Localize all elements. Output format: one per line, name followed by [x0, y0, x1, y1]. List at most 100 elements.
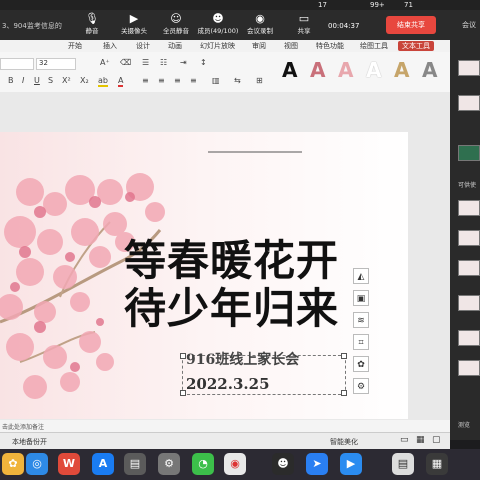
reading-view-icon[interactable]: ▢	[432, 435, 441, 445]
superscript-button[interactable]: X²	[62, 76, 71, 85]
crop-icon[interactable]: ⌗	[353, 334, 369, 350]
safari-app-icon[interactable]: ◎	[26, 453, 48, 475]
tab-start[interactable]: 开始	[68, 41, 82, 51]
folder-icon[interactable]: ▦	[426, 453, 448, 475]
line-spacing-icon[interactable]: ↕	[200, 58, 207, 67]
number-list-icon[interactable]: ☷	[160, 58, 167, 67]
underline-button[interactable]: U	[34, 76, 40, 85]
slide-canvas[interactable]: 等春暖花开 待少年归来 916班线上家长会 2022.3.25	[0, 132, 408, 419]
slide-thumbnail[interactable]	[458, 230, 480, 246]
floating-tools: ◭ ▣ ≋ ⌗ ✿ ⚙	[353, 268, 371, 420]
photos-app-icon[interactable]: ✿	[2, 453, 24, 475]
ribbon-tabs: 开始 插入 设计 动画 幻灯片放映 审阅 视图 特色功能 绘图工具 文本工具	[0, 40, 450, 52]
meeting-app-icon[interactable]: ▶	[340, 453, 362, 475]
justify-icon[interactable]: ≡	[190, 76, 197, 85]
font-size-field[interactable]: 32	[36, 58, 76, 70]
meeting-toolbar: 3、904监考信息的 🎙 静音 ▶ 关摄像头 ☺ 全员静音 ☻ 成员(49/100) ◉…	[0, 10, 450, 40]
tab-design[interactable]: 设计	[136, 41, 150, 51]
status-bar: 本地备份开 智能美化 ▭ ▦ ▢	[0, 432, 450, 450]
slide-thumbnail[interactable]	[458, 60, 480, 76]
dingtalk-app-icon[interactable]: ➤	[306, 453, 328, 475]
align-text-icon[interactable]: ⊞	[256, 76, 263, 85]
text-style-gray[interactable]: A	[422, 58, 437, 82]
backup-status[interactable]: 本地备份开	[12, 437, 47, 447]
layers-icon[interactable]: ≋	[353, 312, 369, 328]
system-preferences-icon[interactable]: ⚙	[158, 453, 180, 475]
tab-text-tools[interactable]: 文本工具	[398, 41, 434, 51]
font-color-button[interactable]: A	[118, 76, 124, 87]
align-center-icon[interactable]: ≡	[158, 76, 165, 85]
slide-title-line2[interactable]: 待少年归来	[124, 275, 339, 336]
resize-handle[interactable]	[341, 390, 347, 396]
sorter-view-icon[interactable]: ▦	[416, 435, 425, 445]
text-style-black[interactable]: A	[282, 58, 297, 82]
panel-title: 会议	[462, 21, 476, 29]
preview-app-icon[interactable]: ▤	[124, 453, 146, 475]
text-style-rose[interactable]: A	[310, 58, 325, 82]
slide-thumbnail[interactable]	[458, 95, 480, 111]
bullet-list-icon[interactable]: ☰	[142, 58, 149, 67]
slide-thumbnail[interactable]	[458, 330, 480, 346]
tab-slideshow[interactable]: 幻灯片放映	[200, 41, 235, 51]
wechat-app-icon[interactable]: ◔	[192, 453, 214, 475]
tab-insert[interactable]: 插入	[103, 41, 117, 51]
share-button[interactable]: ▭ 共享	[278, 12, 330, 35]
slide-thumbnail[interactable]	[458, 295, 480, 311]
slide-date[interactable]: 2022.3.25	[186, 375, 270, 393]
clear-format-icon[interactable]: ⌫	[120, 58, 131, 67]
tab-view[interactable]: 视图	[284, 41, 298, 51]
image-tool-icon[interactable]: ▣	[353, 290, 369, 306]
text-style-pink[interactable]: A	[338, 58, 353, 82]
grow-font-button[interactable]: A⁺	[100, 58, 110, 67]
tab-drawing-tools[interactable]: 绘图工具	[360, 41, 388, 51]
wps-app-icon[interactable]: W	[58, 453, 80, 475]
align-right-icon[interactable]: ≡	[174, 76, 181, 85]
tab-animation[interactable]: 动画	[168, 41, 182, 51]
normal-view-icon[interactable]: ▭	[400, 435, 409, 445]
smart-beautify-button[interactable]: 智能美化	[330, 437, 358, 447]
meeting-timer: 00:04:37	[328, 22, 360, 30]
text-style-gold[interactable]: A	[394, 58, 409, 82]
text-direction-icon[interactable]: ⇆	[234, 76, 241, 85]
screen-share-icon: ▭	[298, 12, 310, 25]
shape-tool-icon[interactable]: ◭	[353, 268, 369, 284]
panel-label: 测览	[458, 422, 471, 429]
notes-pane[interactable]: 击此处添加备注	[0, 420, 450, 432]
app-store-icon[interactable]: A	[92, 453, 114, 475]
slide-thumbnail[interactable]	[458, 260, 480, 276]
text-style-white[interactable]: A	[366, 58, 381, 82]
shadow-button[interactable]: S	[48, 76, 53, 85]
slide-thumbnail[interactable]	[458, 200, 480, 216]
end-share-button[interactable]: 结束共享	[386, 16, 436, 34]
bold-button[interactable]: B	[8, 76, 14, 85]
font-name-field[interactable]	[0, 58, 34, 70]
slide-thumbnail[interactable]	[458, 145, 480, 161]
qq-app-icon[interactable]: ☻	[272, 453, 294, 475]
resize-handle[interactable]	[341, 353, 347, 359]
document-icon[interactable]: ▤	[392, 453, 414, 475]
slide-editor: 等春暖花开 待少年归来 916班线上家长会 2022.3.25 ✎	[0, 92, 450, 420]
tab-features[interactable]: 特色功能	[316, 41, 344, 51]
tab-review[interactable]: 审阅	[252, 41, 266, 51]
panel-label: 可供使	[458, 182, 477, 189]
indent-icon[interactable]: ⇥	[180, 58, 187, 67]
notification-count: 17	[318, 1, 327, 9]
settings-icon[interactable]: ⚙	[353, 378, 369, 394]
meeting-side-panel: 会议 可供使 测览	[450, 10, 480, 440]
slide-subtitle[interactable]: 916班线上家长会	[186, 349, 299, 369]
battery-indicator: 99+	[370, 1, 385, 9]
notes-placeholder: 击此处添加备注	[2, 424, 45, 431]
app-count: 71	[404, 1, 413, 9]
highlight-button[interactable]: ab	[98, 76, 108, 87]
app-dock: ✿ ◎ W A ▤ ⚙ ◔ ◉ ☻ ➤ ▶ ▤ ▦	[0, 449, 480, 480]
columns-icon[interactable]: ▥	[212, 76, 220, 85]
slide-thumbnail[interactable]	[458, 360, 480, 376]
align-left-icon[interactable]: ≡	[142, 76, 149, 85]
italic-button[interactable]: I	[22, 76, 24, 85]
document-title: 3、904监考信息的	[2, 22, 62, 30]
system-menubar: 17 99+ 71	[0, 0, 480, 10]
effects-icon[interactable]: ✿	[353, 356, 369, 372]
formatting-toolbar: 32 B I U S X² X₂ ab A A⁺ ⌫ ☰ ☷ ⇥ ↕ ≡ ≡ ≡…	[0, 52, 450, 93]
chrome-app-icon[interactable]: ◉	[224, 453, 246, 475]
subscript-button[interactable]: X₂	[80, 76, 89, 85]
